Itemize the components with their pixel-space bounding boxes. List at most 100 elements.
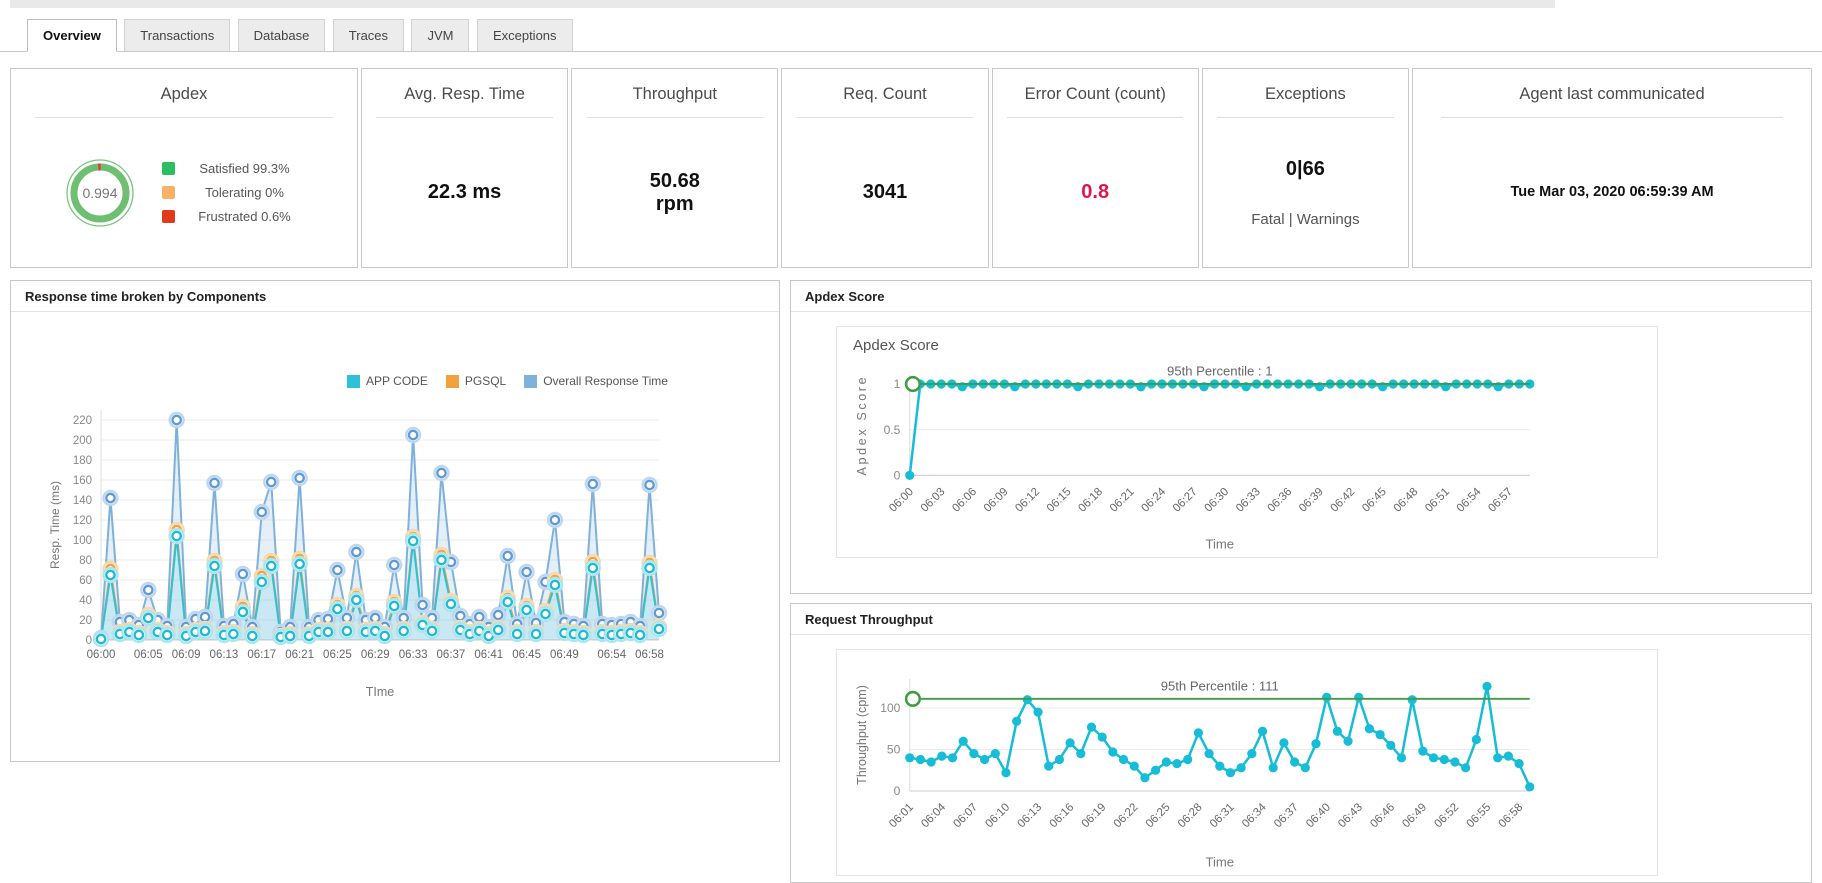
response-components-panel: Response time broken by Components APP C… (10, 280, 780, 762)
kpi-card-throughput: Throughput 50.68 rpm (571, 68, 779, 268)
svg-text:06:09: 06:09 (982, 486, 1011, 515)
apdex-legend-tolerating: Tolerating 0% (161, 185, 305, 200)
svg-text:06:48: 06:48 (1392, 486, 1421, 515)
svg-text:06:28: 06:28 (1176, 801, 1205, 830)
response-components-chart[interactable]: 0 20 40 60 80 100 120 140 160 180 200 220 06:00 06:05… (19, 402, 764, 702)
svg-text:06:18: 06:18 (1076, 486, 1105, 515)
svg-text:06:13: 06:13 (210, 649, 239, 661)
svg-text:20: 20 (79, 615, 92, 627)
legend-app-code[interactable]: APP CODE (347, 374, 428, 388)
apdex-score-panel-title: Apdex Score (805, 289, 885, 304)
svg-text:60: 60 (79, 575, 92, 587)
svg-text:06:57: 06:57 (1486, 486, 1515, 515)
apdex-legend-satisfied: Satisfied 99.3% (161, 161, 305, 176)
kpi-title-agent: Agent last communicated (1519, 85, 1705, 103)
kpi-card-error-count: Error Count (count) 0.8 (991, 68, 1199, 268)
tab-database[interactable]: Database (237, 19, 326, 51)
svg-text:06:52: 06:52 (1432, 801, 1461, 830)
svg-text:06:49: 06:49 (550, 649, 579, 661)
apdex-legend: Satisfied 99.3% Tolerating 0% Frustrated… (161, 161, 305, 224)
svg-text:06:22: 06:22 (1112, 801, 1141, 830)
exceptions-subtitle: Fatal | Warnings (1251, 210, 1360, 228)
tab-traces[interactable]: Traces (332, 19, 405, 51)
legend-overall-response-time[interactable]: Overall Response Time (524, 374, 668, 388)
kpi-title-exceptions: Exceptions (1265, 85, 1346, 103)
divider (791, 634, 1811, 635)
kpi-title-error-count: Error Count (count) (1024, 85, 1166, 103)
avg-resp-time-value: 22.3 ms (427, 181, 502, 203)
apdex-gauge: 0.994 (65, 158, 134, 227)
svg-text:0: 0 (86, 635, 92, 647)
kpi-card-agent-last-communicated: Agent last communicated Tue Mar 03, 2020… (1412, 68, 1813, 268)
svg-text:06:25: 06:25 (1144, 801, 1173, 830)
svg-text:06:29: 06:29 (361, 649, 390, 661)
req-count-value: 3041 (862, 181, 908, 203)
svg-text:Resp. Time (ms): Resp. Time (ms) (48, 481, 62, 569)
tab-jvm[interactable]: JVM (411, 19, 470, 51)
throughput-value-unit: rpm (655, 192, 694, 215)
svg-text:06:30: 06:30 (1202, 486, 1231, 515)
svg-text:06:24: 06:24 (1139, 485, 1168, 514)
request-throughput-panel-title: Request Throughput (805, 612, 933, 627)
svg-text:06:34: 06:34 (1240, 801, 1269, 830)
kpi-row: Apdex 0.994 Satisfied 99.3% Tolerating 0… (10, 68, 1813, 268)
tab-overview[interactable]: Overview (27, 19, 117, 52)
tolerating-swatch-icon (161, 186, 175, 199)
svg-text:100: 100 (880, 701, 900, 715)
svg-text:160: 160 (73, 475, 92, 487)
request-throughput-panel: Request Throughput 0 50 100 06:01 06:04 06:07… (790, 603, 1812, 883)
kpi-card-exceptions: Exceptions 0|66 Fatal | Warnings (1201, 68, 1410, 268)
apdex-score-chart[interactable]: 0 0.5 1 06:00 06:03 06:06 06:09 06:12 06:15 06:18… (849, 356, 1645, 555)
svg-text:06:09: 06:09 (172, 649, 201, 661)
svg-text:1: 1 (894, 377, 901, 391)
request-throughput-chart[interactable]: 0 50 100 06:01 06:04 06:07 06:10 06:13 06:16 06:1… (849, 658, 1645, 873)
svg-text:06:12: 06:12 (1013, 486, 1042, 515)
svg-text:06:13: 06:13 (1015, 801, 1044, 830)
kpi-title-throughput: Throughput (632, 85, 717, 103)
apdex-score-panel: Apdex Score Apdex Score 0 0.5 1 06:00 06:03 0… (790, 280, 1812, 594)
svg-text:80: 80 (79, 555, 92, 567)
svg-text:06:03: 06:03 (919, 486, 948, 515)
svg-text:200: 200 (73, 435, 92, 447)
svg-text:06:45: 06:45 (512, 649, 541, 661)
kpi-title-req-count: Req. Count (843, 85, 927, 103)
apdex-gauge-value: 0.994 (82, 185, 117, 201)
svg-text:06:04: 06:04 (919, 801, 948, 830)
kpi-title-apdex: Apdex (160, 85, 208, 103)
svg-text:06:00: 06:00 (887, 486, 916, 515)
svg-text:06:21: 06:21 (1108, 486, 1137, 515)
tab-transactions[interactable]: Transactions (124, 19, 231, 51)
svg-text:06:36: 06:36 (1266, 486, 1295, 515)
svg-text:06:45: 06:45 (1360, 486, 1389, 515)
svg-text:06:40: 06:40 (1304, 801, 1333, 830)
svg-text:06:49: 06:49 (1400, 801, 1429, 830)
svg-text:06:19: 06:19 (1080, 801, 1109, 830)
agent-last-communicated-value: Tue Mar 03, 2020 06:59:39 AM (1510, 184, 1714, 201)
svg-text:06:37: 06:37 (437, 649, 466, 661)
svg-text:06:54: 06:54 (1455, 485, 1484, 514)
svg-text:Time: Time (1205, 537, 1234, 552)
error-count-value: 0.8 (1081, 181, 1110, 203)
svg-text:06:43: 06:43 (1336, 801, 1365, 830)
svg-text:06:01: 06:01 (887, 801, 916, 830)
kpi-card-avg-resp-time: Avg. Resp. Time 22.3 ms (361, 68, 569, 268)
svg-text:06:33: 06:33 (399, 649, 428, 661)
svg-text:180: 180 (73, 455, 92, 467)
app-code-swatch-icon (347, 374, 361, 388)
svg-text:06:54: 06:54 (597, 649, 626, 661)
svg-text:06:17: 06:17 (247, 649, 276, 661)
svg-text:95th Percentile : 1: 95th Percentile : 1 (1167, 364, 1272, 379)
svg-text:06:31: 06:31 (1208, 801, 1237, 830)
legend-pgsql[interactable]: PGSQL (445, 374, 506, 388)
svg-text:06:27: 06:27 (1171, 486, 1200, 515)
satisfied-swatch-icon (161, 162, 175, 175)
svg-text:100: 100 (73, 535, 92, 547)
tab-exceptions[interactable]: Exceptions (476, 19, 573, 51)
svg-text:40: 40 (79, 595, 92, 607)
svg-text:0.5: 0.5 (884, 423, 901, 437)
kpi-card-req-count: Req. Count 3041 (781, 68, 989, 268)
pgsql-swatch-icon (445, 374, 459, 388)
kpi-card-apdex: Apdex 0.994 Satisfied 99.3% Tolerating 0… (10, 68, 358, 268)
frustrated-swatch-icon (161, 210, 175, 223)
overall-response-time-swatch-icon (524, 374, 538, 388)
